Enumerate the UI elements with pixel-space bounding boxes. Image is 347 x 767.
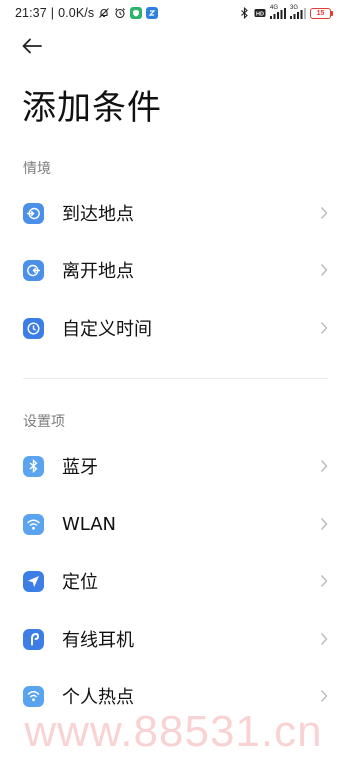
chevron-right-icon xyxy=(319,573,329,589)
section-divider xyxy=(23,378,328,379)
chevron-right-icon xyxy=(319,320,329,336)
hd-icon: HD xyxy=(254,7,266,19)
mute-bell-icon xyxy=(98,7,110,19)
battery-icon: 15 xyxy=(310,7,333,19)
network-label-4g: 4G xyxy=(270,5,279,11)
section-title-context: 情境 xyxy=(23,161,51,177)
condition-label: 离开地点 xyxy=(62,261,134,282)
chevron-right-icon xyxy=(319,688,329,704)
condition-bluetooth[interactable]: 蓝牙 xyxy=(0,438,347,494)
chevron-right-icon xyxy=(319,631,329,647)
condition-label: 蓝牙 xyxy=(62,457,98,478)
headphone-icon xyxy=(23,628,44,650)
chevron-right-icon xyxy=(319,262,329,278)
condition-label: 到达地点 xyxy=(62,204,134,225)
status-time: 21:37 xyxy=(15,6,47,20)
arrow-left-icon xyxy=(21,38,43,58)
page-title: 添加条件 xyxy=(22,88,162,128)
section-title-settings: 设置项 xyxy=(23,414,65,430)
status-bar: 21:37 | 0.0K/s HD 4G 3G 15 xyxy=(0,0,347,26)
battery-level: 15 xyxy=(310,7,331,19)
bluetooth-icon xyxy=(23,455,44,477)
wifi-icon xyxy=(23,513,44,535)
svg-text:HD: HD xyxy=(256,11,264,17)
condition-custom-time[interactable]: 自定义时间 xyxy=(0,300,347,356)
signal-3g-icon: 3G xyxy=(290,5,306,19)
signal-4g-icon: 4G xyxy=(270,5,286,19)
condition-wlan[interactable]: WLAN xyxy=(0,496,347,552)
condition-personal-hotspot[interactable]: 个人热点 xyxy=(0,668,347,724)
condition-label: 个人热点 xyxy=(62,687,134,708)
security-app-icon xyxy=(130,7,143,19)
bluetooth-status-icon xyxy=(238,7,250,19)
network-label-3g: 3G xyxy=(290,5,299,11)
condition-label: 有线耳机 xyxy=(62,630,134,651)
condition-arrive-location[interactable]: 到达地点 xyxy=(0,185,347,241)
chevron-right-icon xyxy=(319,205,329,221)
chevron-right-icon xyxy=(319,516,329,532)
condition-label: WLAN xyxy=(62,513,117,535)
leave-location-icon xyxy=(23,259,44,281)
back-button[interactable] xyxy=(16,34,48,62)
condition-wired-headphone[interactable]: 有线耳机 xyxy=(0,611,347,667)
condition-leave-location[interactable]: 离开地点 xyxy=(0,242,347,298)
network-speed: 0.0K/s xyxy=(58,6,95,20)
condition-label: 定位 xyxy=(62,572,98,593)
status-left: 21:37 | 0.0K/s xyxy=(15,6,159,20)
clock-icon xyxy=(23,317,44,339)
location-arrow-icon xyxy=(23,570,44,592)
status-separator: | xyxy=(50,6,55,20)
status-right: HD 4G 3G 15 xyxy=(238,5,333,19)
condition-location[interactable]: 定位 xyxy=(0,553,347,609)
notification-app-icon xyxy=(146,7,159,19)
chevron-right-icon xyxy=(319,458,329,474)
hotspot-icon xyxy=(23,685,44,707)
alarm-clock-icon xyxy=(114,7,126,19)
arrive-location-icon xyxy=(23,202,44,224)
condition-label: 自定义时间 xyxy=(62,319,152,340)
